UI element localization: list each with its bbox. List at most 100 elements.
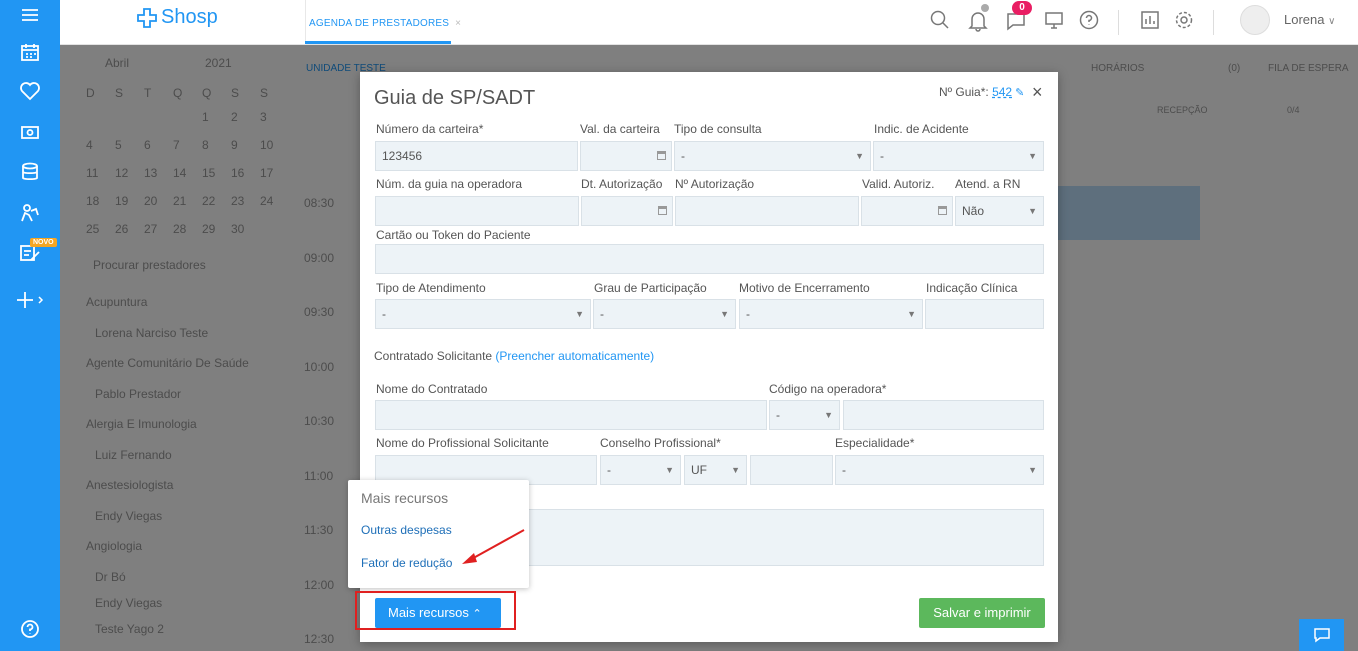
people-icon[interactable] [0, 198, 60, 228]
logo-icon [137, 7, 157, 28]
autofill-link[interactable]: (Preencher automaticamente) [495, 349, 654, 363]
grau-participacao-value: - [600, 307, 604, 321]
help-icon[interactable] [0, 614, 60, 644]
indicacao-clinica-field[interactable] [925, 299, 1044, 329]
chat-button[interactable] [1299, 619, 1344, 651]
tipo-consulta-select[interactable]: - ▼ [674, 141, 871, 171]
atend-rn-select[interactable]: Não ▼ [955, 196, 1044, 226]
help-circle-icon[interactable] [1079, 10, 1099, 33]
label-atend-rn: Atend. a RN [955, 177, 1021, 191]
atend-rn-value: Não [962, 204, 985, 218]
outras-despesas-item[interactable]: Outras despesas [361, 523, 452, 537]
gear-icon[interactable] [1174, 10, 1194, 33]
money-icon[interactable] [0, 117, 60, 147]
reports-icon[interactable] [1140, 10, 1160, 33]
label-codigo-operadora: Código na operadora* [769, 382, 887, 396]
label-num-guia-operadora: Núm. da guia na operadora [376, 177, 523, 191]
cartao-token-field[interactable] [375, 244, 1044, 274]
label-nome-contratado: Nome do Contratado [376, 382, 488, 396]
calendar-small-icon [938, 206, 947, 215]
calendar-icon[interactable] [0, 37, 60, 67]
caret-down-icon: ▼ [665, 465, 674, 475]
close-icon[interactable]: × [1032, 82, 1043, 103]
grau-participacao-select[interactable]: - ▼ [593, 299, 736, 329]
label-numero-carteira: Número da carteira* [376, 122, 484, 136]
nome-contratado-field[interactable] [375, 400, 767, 430]
top-bar: Shosp AGENDA DE PRESTADORES × 0 Lorena ∨ [60, 0, 1358, 45]
heart-icon[interactable] [0, 76, 60, 106]
search-icon[interactable] [930, 10, 950, 33]
guia-number-link[interactable]: 542 [992, 85, 1012, 99]
label-nome-profissional: Nome do Profissional Solicitante [376, 436, 549, 450]
tab-label: AGENDA DE PRESTADORES [309, 18, 450, 29]
tipo-atendimento-value: - [382, 307, 386, 321]
motivo-encerramento-value: - [746, 307, 750, 321]
val-carteira-field[interactable] [580, 141, 672, 171]
new-badge: NOVO [30, 238, 57, 247]
caret-down-icon: ▼ [731, 465, 740, 475]
modal-title: Guia de SP/SADT [374, 87, 536, 109]
especialidade-value: - [842, 463, 846, 477]
indic-acidente-value: - [880, 149, 884, 163]
contratado-section-label: Contratado Solicitante [374, 349, 493, 363]
label-cartao-token: Cartão ou Token do Paciente [376, 228, 531, 242]
tab-close-icon[interactable]: × [455, 18, 461, 29]
guia-number: Nº Guia*: 542 ✎ [939, 85, 1024, 99]
motivo-encerramento-select[interactable]: - ▼ [739, 299, 923, 329]
numero-carteira-value: 123456 [382, 149, 423, 163]
brand-name: Shosp [161, 6, 218, 28]
num-guia-operadora-field[interactable] [375, 196, 579, 226]
dt-autorizacao-field[interactable] [581, 196, 673, 226]
caret-down-icon: ▼ [1028, 206, 1037, 216]
especialidade-select[interactable]: - ▼ [835, 455, 1044, 485]
tipo-consulta-value: - [681, 149, 685, 163]
tab-agenda-prestadores[interactable]: AGENDA DE PRESTADORES × [309, 18, 461, 29]
label-dt-autorizacao: Dt. Autorização [581, 177, 663, 191]
user-menu[interactable]: Lorena ∨ [1284, 12, 1335, 27]
tipo-atendimento-select[interactable]: - ▼ [375, 299, 591, 329]
pencil-icon[interactable]: ✎ [1012, 87, 1024, 99]
label-grau-participacao: Grau de Participação [594, 281, 707, 295]
caret-down-icon: ▼ [1028, 151, 1037, 161]
conselho-select[interactable]: - ▼ [600, 455, 681, 485]
calendar-small-icon [658, 206, 667, 215]
brand-logo[interactable]: Shosp [136, 6, 218, 29]
label-n-autorizacao: Nº Autorização [675, 177, 755, 191]
highlight-box [355, 591, 516, 630]
codigo-operadora-field[interactable] [843, 400, 1044, 430]
codigo-operadora-select[interactable]: - ▼ [769, 400, 840, 430]
conselho-number-field[interactable] [750, 455, 833, 485]
avatar[interactable] [1240, 5, 1270, 35]
caret-down-icon: ▼ [824, 410, 833, 420]
monitor-icon[interactable] [1044, 10, 1064, 33]
caret-down-icon: ▼ [855, 151, 864, 161]
menu-icon[interactable] [0, 0, 60, 30]
label-especialidade: Especialidade* [835, 436, 915, 450]
calendar-small-icon [657, 151, 666, 160]
database-icon[interactable] [0, 157, 60, 187]
conselho-select-value: - [607, 463, 611, 477]
label-conselho: Conselho Profissional* [600, 436, 721, 450]
bell-icon[interactable] [968, 10, 988, 35]
left-sidebar: NOVO [0, 0, 60, 651]
caret-down-icon: ▼ [575, 309, 584, 319]
label-indicacao-clinica: Indicação Clínica [926, 281, 1018, 295]
save-print-button[interactable]: Salvar e imprimir [919, 598, 1045, 628]
numero-carteira-field[interactable]: 123456 [375, 141, 578, 171]
dropdown-header: Mais recursos [361, 490, 449, 506]
label-motivo-encerramento: Motivo de Encerramento [739, 281, 870, 295]
label-tipo-atendimento: Tipo de Atendimento [376, 281, 486, 295]
chevron-down-icon: ∨ [1328, 16, 1336, 27]
fator-reducao-item[interactable]: Fator de redução [361, 556, 452, 570]
uf-select[interactable]: UF ▼ [684, 455, 747, 485]
valid-autoriz-field[interactable] [861, 196, 953, 226]
contratado-section: Contratado Solicitante (Preencher automa… [374, 349, 654, 363]
caret-down-icon: ▼ [720, 309, 729, 319]
annotation-arrow [462, 529, 525, 564]
add-icon[interactable] [0, 285, 60, 315]
caret-down-icon: ▼ [907, 309, 916, 319]
indic-acidente-select[interactable]: - ▼ [873, 141, 1044, 171]
message-count-badge: 0 [1012, 1, 1032, 15]
user-name: Lorena [1284, 12, 1325, 27]
n-autorizacao-field[interactable] [675, 196, 859, 226]
